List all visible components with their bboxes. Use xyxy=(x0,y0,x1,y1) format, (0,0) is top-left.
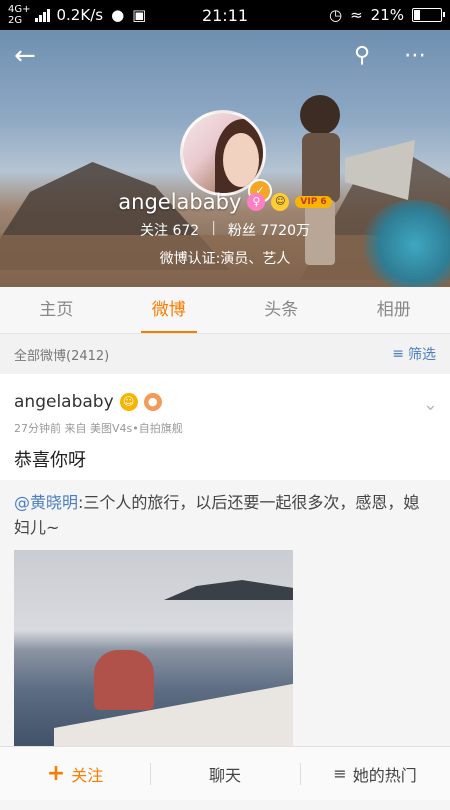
more-icon[interactable]: ⋯ xyxy=(404,42,426,70)
chevron-down-icon[interactable]: ⌄ xyxy=(423,394,438,415)
following-label: 关注 xyxy=(140,223,168,239)
post-header: angelababy ☺ ● xyxy=(14,392,162,412)
following-count: 672 xyxy=(172,223,199,239)
post-meta: 27分钟前 来自 美图V4s•自拍旗舰 xyxy=(14,420,183,436)
search-icon[interactable]: ⚲ xyxy=(354,42,370,70)
tab-album[interactable]: 相册 xyxy=(338,287,450,333)
female-icon: ♀ xyxy=(247,193,265,211)
follow-button[interactable]: + 关注 xyxy=(0,747,150,800)
hot-label: 她的热门 xyxy=(353,762,417,786)
sim-icon: ▣ xyxy=(132,6,146,24)
filter-button[interactable]: ≡ 筛选 xyxy=(392,344,436,364)
username-row: angelababy ♀ ☺ VIP 6 xyxy=(0,190,450,214)
back-arrow-icon[interactable]: ← xyxy=(14,42,36,70)
verification-text: 微博认证:演员、艺人 xyxy=(0,248,450,268)
network-bottom: 2G xyxy=(8,15,31,26)
repost-photo[interactable] xyxy=(14,550,293,750)
tab-headlines[interactable]: 头条 xyxy=(225,287,338,333)
vip-face-icon: ☺ xyxy=(271,193,289,211)
bottom-action-bar: + 关注 聊天 ≡ 她的热门 xyxy=(0,746,450,800)
followers-count: 7720万 xyxy=(260,223,310,239)
post-text: 恭喜你呀 xyxy=(14,446,86,472)
balloon-icon: ● xyxy=(144,393,162,411)
chat-button[interactable]: 聊天 xyxy=(150,747,300,800)
network-speed: 0.2K/s xyxy=(57,6,104,24)
follow-label: 关注 xyxy=(71,762,103,786)
mention-link[interactable]: @黄晓明 xyxy=(14,493,78,512)
stats-divider: | xyxy=(211,220,216,240)
filter-bar: 全部微博(2412) ≡ 筛选 xyxy=(0,336,450,372)
profile-header: ← ⚲ ⋯ ✓ angelababy ♀ ☺ VIP 6 关注 672 | 粉丝… xyxy=(0,30,450,287)
status-bar: 4G+ 2G 0.2K/s ● ▣ 21:11 ◷ ≈ 21% xyxy=(0,0,450,30)
following-stat[interactable]: 关注 672 xyxy=(140,220,199,240)
post-author[interactable]: angelababy xyxy=(14,392,114,412)
filter-icon: ≡ xyxy=(392,346,404,362)
hot-posts-button[interactable]: ≡ 她的热门 xyxy=(300,747,450,800)
repost-text: @黄晓明:三个人的旅行，以后还要一起很多次，感恩，媳妇儿~ xyxy=(14,490,434,540)
list-icon: ≡ xyxy=(333,764,346,783)
tab-weibo[interactable]: 微博 xyxy=(113,287,226,333)
wechat-icon: ● xyxy=(111,6,124,24)
alarm-icon: ◷ xyxy=(329,6,342,24)
plus-icon: + xyxy=(47,761,65,786)
followers-stat[interactable]: 粉丝 7720万 xyxy=(228,220,310,240)
battery-icon xyxy=(412,8,442,22)
all-weibo-count: 全部微博(2412) xyxy=(14,345,109,364)
network-top: 4G+ xyxy=(8,4,31,15)
signal-icon xyxy=(35,8,51,22)
network-type: 4G+ 2G xyxy=(8,4,31,26)
weibo-post[interactable]: angelababy ☺ ● ⌄ 27分钟前 来自 美图V4s•自拍旗舰 恭喜你… xyxy=(0,374,450,804)
tab-home[interactable]: 主页 xyxy=(0,287,113,333)
battery-percent: 21% xyxy=(371,6,404,24)
vip-face-icon: ☺ xyxy=(120,393,138,411)
filter-label: 筛选 xyxy=(408,344,436,364)
profile-stats: 关注 672 | 粉丝 7720万 xyxy=(0,220,450,240)
vip-badge[interactable]: VIP 6 xyxy=(295,196,331,208)
followers-label: 粉丝 xyxy=(228,223,256,239)
wifi-icon: ≈ xyxy=(350,6,363,24)
profile-tabs: 主页 微博 头条 相册 xyxy=(0,287,450,334)
username: angelababy xyxy=(118,190,241,214)
chat-label: 聊天 xyxy=(209,762,241,786)
